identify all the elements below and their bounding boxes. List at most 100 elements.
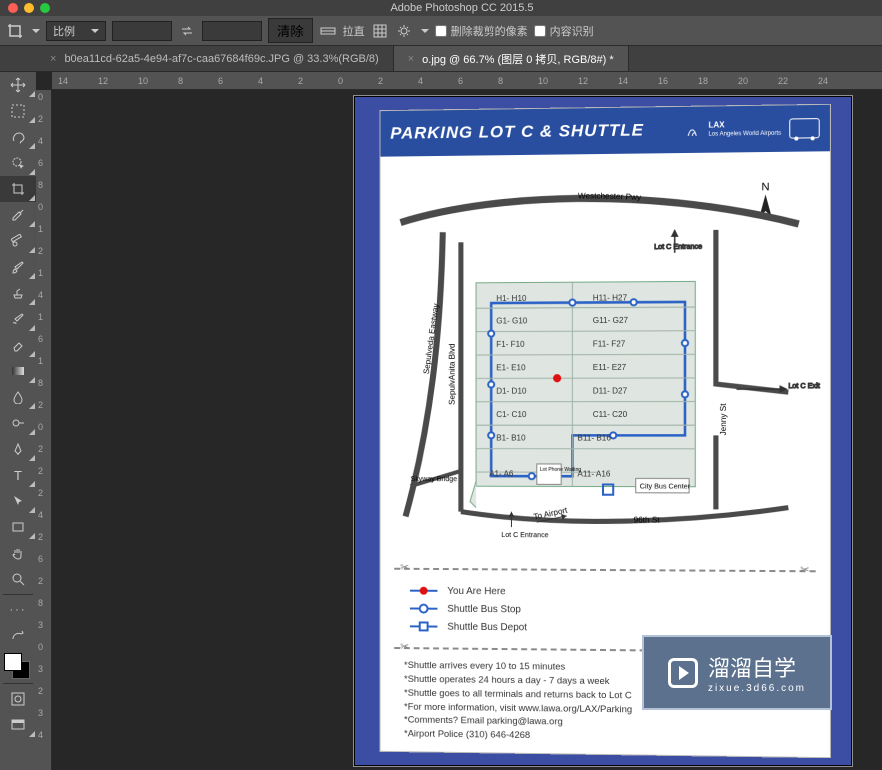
svg-text:G1- G10: G1- G10 xyxy=(496,316,528,325)
svg-text:96th St: 96th St xyxy=(634,515,661,524)
title-bar: Adobe Photoshop CC 2015.5 xyxy=(0,0,882,16)
svg-text:SepulvAnita Blvd: SepulvAnita Blvd xyxy=(448,344,457,405)
path-select-tool[interactable] xyxy=(0,488,36,514)
watermark-sub: zixue.3d66.com xyxy=(708,683,806,694)
lax-brand: LAX xyxy=(708,120,724,129)
document-tab-bar: × b0ea11cd-62a5-4e94-af7c-caa67684f69c.J… xyxy=(0,46,882,72)
straighten-label: 拉直 xyxy=(343,23,365,39)
swap-dimensions-icon[interactable] xyxy=(178,22,196,40)
svg-text:Skyway Bridge: Skyway Bridge xyxy=(411,475,458,483)
svg-text:F11- F27: F11- F27 xyxy=(593,339,626,348)
move-tool[interactable] xyxy=(0,72,36,98)
horizontal-ruler[interactable]: 1412108642024681012141618202224 xyxy=(52,72,882,90)
type-tool[interactable]: T xyxy=(0,462,36,488)
clone-stamp-tool[interactable] xyxy=(0,280,36,306)
swap-colors-icon[interactable] xyxy=(0,623,36,649)
svg-text:Jenny St: Jenny St xyxy=(719,403,728,436)
tool-preset-dropdown-icon[interactable] xyxy=(32,29,40,33)
vertical-ruler[interactable]: 024680121416182022242628303234 xyxy=(36,90,52,770)
close-window-icon[interactable] xyxy=(8,3,18,13)
svg-text:C11- C20: C11- C20 xyxy=(593,410,628,419)
blur-tool[interactable] xyxy=(0,384,36,410)
tool-box: T ··· xyxy=(0,72,36,738)
legend-stop: Shuttle Bus Stop xyxy=(447,604,521,616)
svg-text:E1- E10: E1- E10 xyxy=(496,363,526,372)
brush-tool[interactable] xyxy=(0,254,36,280)
svg-text:T: T xyxy=(14,468,22,482)
svg-text:City Bus Center: City Bus Center xyxy=(640,483,691,491)
crop-tool[interactable] xyxy=(0,176,36,202)
app-title: Adobe Photoshop CC 2015.5 xyxy=(50,2,874,14)
close-tab-icon[interactable]: × xyxy=(50,53,56,65)
bus-icon xyxy=(789,118,819,139)
window-controls[interactable] xyxy=(8,3,50,13)
svg-text:D11- D27: D11- D27 xyxy=(593,386,628,395)
svg-text:B11- B16: B11- B16 xyxy=(577,433,611,442)
healing-brush-tool[interactable] xyxy=(0,228,36,254)
shape-tool[interactable] xyxy=(0,514,36,540)
overlay-grid-icon[interactable] xyxy=(371,22,389,40)
straighten-icon[interactable] xyxy=(319,22,337,40)
hand-tool[interactable] xyxy=(0,540,36,566)
settings-gear-icon[interactable] xyxy=(395,22,413,40)
svg-text:A1- A6: A1- A6 xyxy=(489,469,514,478)
lasso-tool[interactable] xyxy=(0,124,36,150)
options-bar: 比例 清除 拉直 删除裁剪的像素 内容识别 xyxy=(0,16,882,46)
svg-text:Lot Phone Waiting: Lot Phone Waiting xyxy=(540,467,582,473)
crop-width-input[interactable] xyxy=(112,21,172,41)
quick-mask-icon[interactable] xyxy=(0,686,36,712)
quick-select-tool[interactable] xyxy=(0,150,36,176)
crop-height-input[interactable] xyxy=(202,21,262,41)
svg-text:Lot C Entrance: Lot C Entrance xyxy=(501,531,548,539)
svg-text:F1- F10: F1- F10 xyxy=(496,340,525,349)
settings-dropdown-icon[interactable] xyxy=(421,29,429,33)
svg-text:B1- B10: B1- B10 xyxy=(496,433,526,442)
foreground-background-colors[interactable] xyxy=(0,649,36,681)
watermark-brand: 溜溜自学 xyxy=(708,656,796,681)
svg-text:A11- A16: A11- A16 xyxy=(577,469,610,478)
tab-label: b0ea11cd-62a5-4e94-af7c-caa67684f69c.JPG… xyxy=(64,53,378,65)
delete-cropped-label: 删除裁剪的像素 xyxy=(451,23,528,39)
zoom-tool[interactable] xyxy=(0,566,36,592)
pen-tool[interactable] xyxy=(0,436,36,462)
sign-header: PARKING LOT C & SHUTTLE LAX Los Angeles W… xyxy=(380,105,829,157)
marquee-tool[interactable] xyxy=(0,98,36,124)
play-icon xyxy=(668,658,698,688)
tab-label: o.jpg @ 66.7% (图层 0 拷贝, RGB/8#) * xyxy=(422,51,614,67)
zoom-window-icon[interactable] xyxy=(40,3,50,13)
minimize-window-icon[interactable] xyxy=(24,3,34,13)
svg-text:C1- C10: C1- C10 xyxy=(496,410,527,419)
svg-text:Lot C Exit: Lot C Exit xyxy=(788,382,820,390)
clear-button[interactable]: 清除 xyxy=(268,18,313,43)
delete-cropped-checkbox[interactable]: 删除裁剪的像素 xyxy=(435,23,528,39)
svg-text:H11- H27: H11- H27 xyxy=(593,293,628,302)
crop-mode-label: 比例 xyxy=(53,23,75,39)
content-aware-label: 内容识别 xyxy=(550,23,594,39)
screen-mode-icon[interactable] xyxy=(0,712,36,738)
cut-line xyxy=(394,568,815,573)
edit-toolbar-icon[interactable]: ··· xyxy=(0,597,36,623)
lax-logo: LAX Los Angeles World Airports xyxy=(686,121,781,138)
sign-title: PARKING LOT C & SHUTTLE xyxy=(390,120,644,143)
watermark-overlay: 溜溜自学 zixue.3d66.com xyxy=(642,635,832,710)
legend-depot: Shuttle Bus Depot xyxy=(447,622,527,634)
svg-text:N: N xyxy=(761,181,769,193)
svg-text:E11- E27: E11- E27 xyxy=(593,363,627,372)
legend-here: You Are Here xyxy=(447,586,505,597)
svg-text:G11- G27: G11- G27 xyxy=(593,316,629,325)
eraser-tool[interactable] xyxy=(0,332,36,358)
dodge-tool[interactable] xyxy=(0,410,36,436)
foreground-color-swatch[interactable] xyxy=(4,653,22,671)
document-tab[interactable]: × o.jpg @ 66.7% (图层 0 拷贝, RGB/8#) * xyxy=(394,46,629,71)
history-brush-tool[interactable] xyxy=(0,306,36,332)
document-tab[interactable]: × b0ea11cd-62a5-4e94-af7c-caa67684f69c.J… xyxy=(36,46,394,71)
gradient-tool[interactable] xyxy=(0,358,36,384)
crop-mode-select[interactable]: 比例 xyxy=(46,21,106,41)
lax-sub: Los Angeles World Airports xyxy=(708,131,781,138)
close-tab-icon[interactable]: × xyxy=(408,53,414,65)
eyedropper-tool[interactable] xyxy=(0,202,36,228)
content-aware-checkbox[interactable]: 内容识别 xyxy=(534,23,594,39)
svg-text:Lot C Entrance: Lot C Entrance xyxy=(654,242,702,250)
active-tool-icon[interactable] xyxy=(6,22,24,40)
map-area: N Westchester Pwy Sepulveda Eastway Sepu… xyxy=(380,151,829,564)
